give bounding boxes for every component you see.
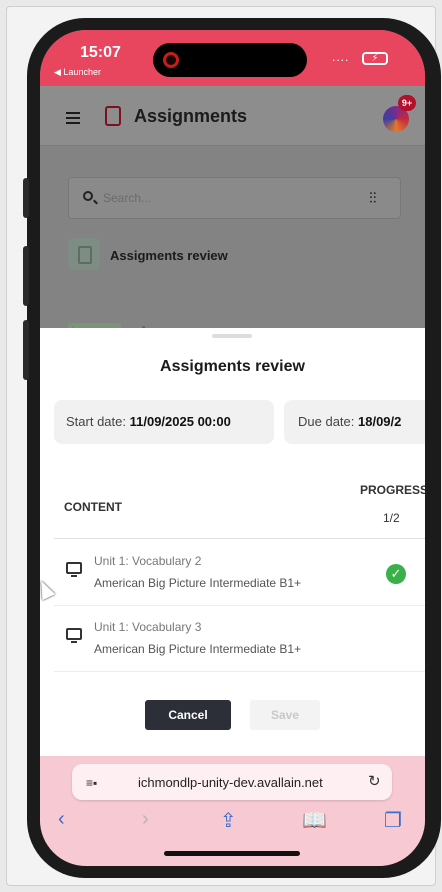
search-input[interactable]: Search... ⫶⫶ — [68, 177, 401, 219]
column-header-content: CONTENT — [64, 500, 122, 514]
due-date-pill: Due date: 18/09/2 — [284, 400, 425, 444]
assignment-title[interactable]: Assigments review — [110, 248, 228, 263]
clipboard-icon — [105, 106, 121, 126]
column-header-progress: PROGRESS — [360, 483, 425, 497]
reload-icon[interactable]: ↻ — [368, 772, 381, 790]
page-title: Assignments — [134, 106, 248, 126]
completed-check-icon: ✓ — [386, 564, 406, 584]
hamburger-menu-icon[interactable] — [66, 112, 80, 127]
recording-indicator-icon — [163, 52, 179, 68]
dynamic-island — [153, 43, 307, 77]
back-to-launcher-link[interactable]: ◀ Launcher — [54, 67, 101, 78]
due-date-label: Due date: — [298, 414, 355, 429]
address-bar[interactable]: ≡▪ ichmondlp-unity-dev.avallain.net ↻ — [72, 764, 392, 800]
table-row[interactable]: Unit 1: Vocabulary 2 American Big Pictur… — [54, 542, 425, 606]
app-header: Assignments 9+ — [40, 86, 425, 146]
back-icon[interactable]: ‹ — [58, 808, 65, 831]
modal-title: Assigments review — [160, 358, 305, 375]
mute-switch — [23, 178, 29, 218]
volume-down-button — [23, 320, 29, 380]
row-title: Unit 1: Vocabulary 2 — [94, 554, 202, 568]
save-button[interactable]: Save — [250, 700, 320, 730]
status-bar: 15:07 ◀ Launcher .... ⚡ — [40, 30, 425, 86]
assignment-review-modal: Assigments review Start date: 11/09/2025… — [40, 328, 425, 756]
assignment-icon — [68, 238, 100, 270]
row-title: Unit 1: Vocabulary 3 — [94, 620, 202, 634]
clock: 15:07 — [80, 44, 121, 61]
forward-icon[interactable]: › — [142, 808, 149, 831]
monitor-icon — [66, 562, 82, 577]
progress-count: 1/2 — [383, 511, 400, 525]
row-subtitle: American Big Picture Intermediate B1+ — [94, 642, 302, 656]
table-row[interactable]: Unit 1: Vocabulary 3 American Big Pictur… — [54, 608, 425, 672]
search-icon — [83, 191, 93, 201]
notification-badge: 9+ — [398, 95, 416, 111]
phone-screen: 15:07 ◀ Launcher .... ⚡ Assignments 9+ S… — [40, 30, 425, 866]
filter-sliders-icon[interactable]: ⫶⫶ — [369, 190, 377, 207]
table-header-divider — [54, 538, 425, 539]
row-subtitle: American Big Picture Intermediate B1+ — [94, 576, 302, 590]
start-date-label: Start date: — [66, 414, 126, 429]
search-placeholder: Search... — [103, 191, 152, 205]
share-icon[interactable]: ⇪ — [220, 808, 237, 833]
bookmarks-icon[interactable]: 📖 — [302, 808, 327, 833]
monitor-icon — [66, 628, 82, 643]
volume-up-button — [23, 246, 29, 306]
signal-icon: .... — [332, 50, 350, 64]
due-date-value: 18/09/2 — [358, 414, 402, 429]
tabs-icon[interactable]: ❐ — [384, 808, 402, 833]
battery-charging-icon: ⚡ — [362, 52, 388, 65]
start-date-value: 11/09/2025 00:00 — [129, 414, 231, 429]
home-indicator — [164, 851, 300, 856]
cancel-button[interactable]: Cancel — [145, 700, 231, 730]
url-text[interactable]: ichmondlp-unity-dev.avallain.net — [138, 775, 323, 790]
browser-toolbar: ≡▪ ichmondlp-unity-dev.avallain.net ↻ ‹ … — [40, 756, 425, 866]
reader-mode-icon[interactable]: ≡▪ — [86, 776, 97, 790]
start-date-pill: Start date: 11/09/2025 00:00 — [54, 400, 274, 444]
sheet-grabber[interactable] — [212, 334, 252, 338]
